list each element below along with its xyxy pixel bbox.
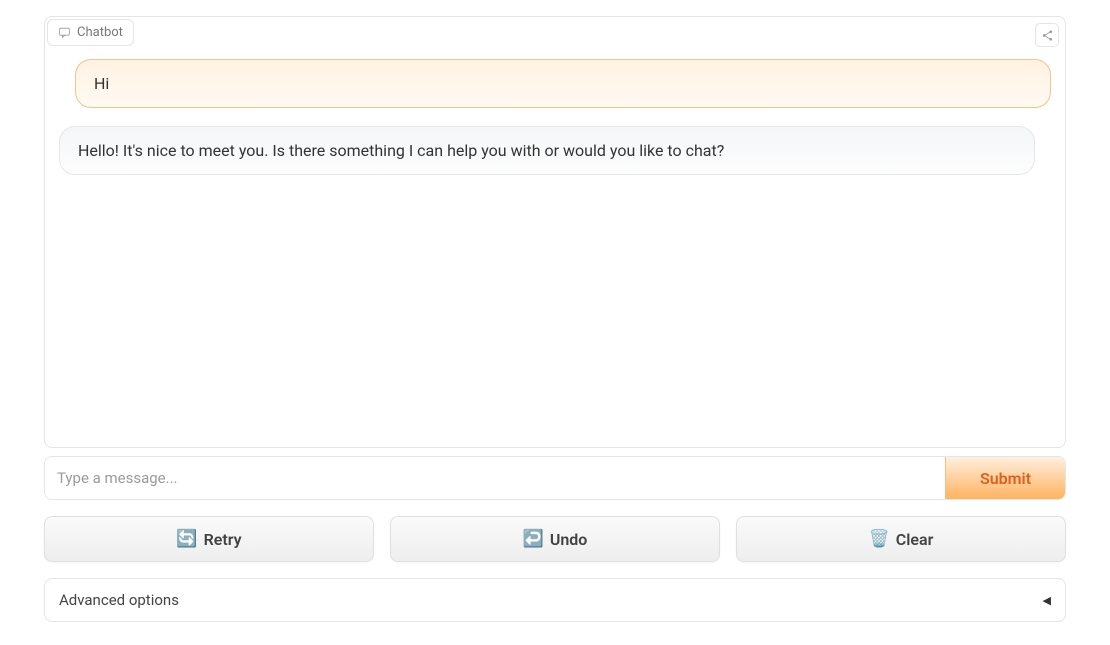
advanced-options-accordion[interactable]: Advanced options ◀ <box>44 578 1066 622</box>
undo-label: Undo <box>550 530 588 549</box>
chat-message-bot: Hello! It's nice to meet you. Is there s… <box>59 126 1035 175</box>
retry-button[interactable]: 🔄 Retry <box>44 516 374 562</box>
message-input-row: Submit <box>44 456 1066 500</box>
chevron-left-icon: ◀ <box>1043 594 1051 607</box>
chatbot-label-badge: Chatbot <box>47 19 134 46</box>
chat-message-user: Hi <box>75 59 1051 108</box>
advanced-options-label: Advanced options <box>59 591 179 609</box>
chatbot-panel: Chatbot Hi Hello! It's nice to meet you.… <box>44 16 1066 448</box>
clear-icon: 🗑️ <box>869 529 890 549</box>
undo-icon: ↩️ <box>523 529 544 549</box>
chatbot-label-text: Chatbot <box>77 25 123 40</box>
retry-icon: 🔄 <box>176 529 197 549</box>
chat-message-text: Hi <box>94 74 109 93</box>
submit-button[interactable]: Submit <box>945 457 1065 499</box>
chat-icon <box>58 26 71 39</box>
retry-label: Retry <box>204 530 242 549</box>
chat-area: Hi Hello! It's nice to meet you. Is ther… <box>45 17 1065 447</box>
message-input[interactable] <box>45 457 945 499</box>
share-button[interactable] <box>1035 23 1059 47</box>
undo-button[interactable]: ↩️ Undo <box>390 516 720 562</box>
clear-label: Clear <box>896 530 934 549</box>
action-button-row: 🔄 Retry ↩️ Undo 🗑️ Clear <box>44 516 1066 562</box>
clear-button[interactable]: 🗑️ Clear <box>736 516 1066 562</box>
share-icon <box>1041 29 1054 42</box>
chat-message-text: Hello! It's nice to meet you. Is there s… <box>78 141 724 160</box>
